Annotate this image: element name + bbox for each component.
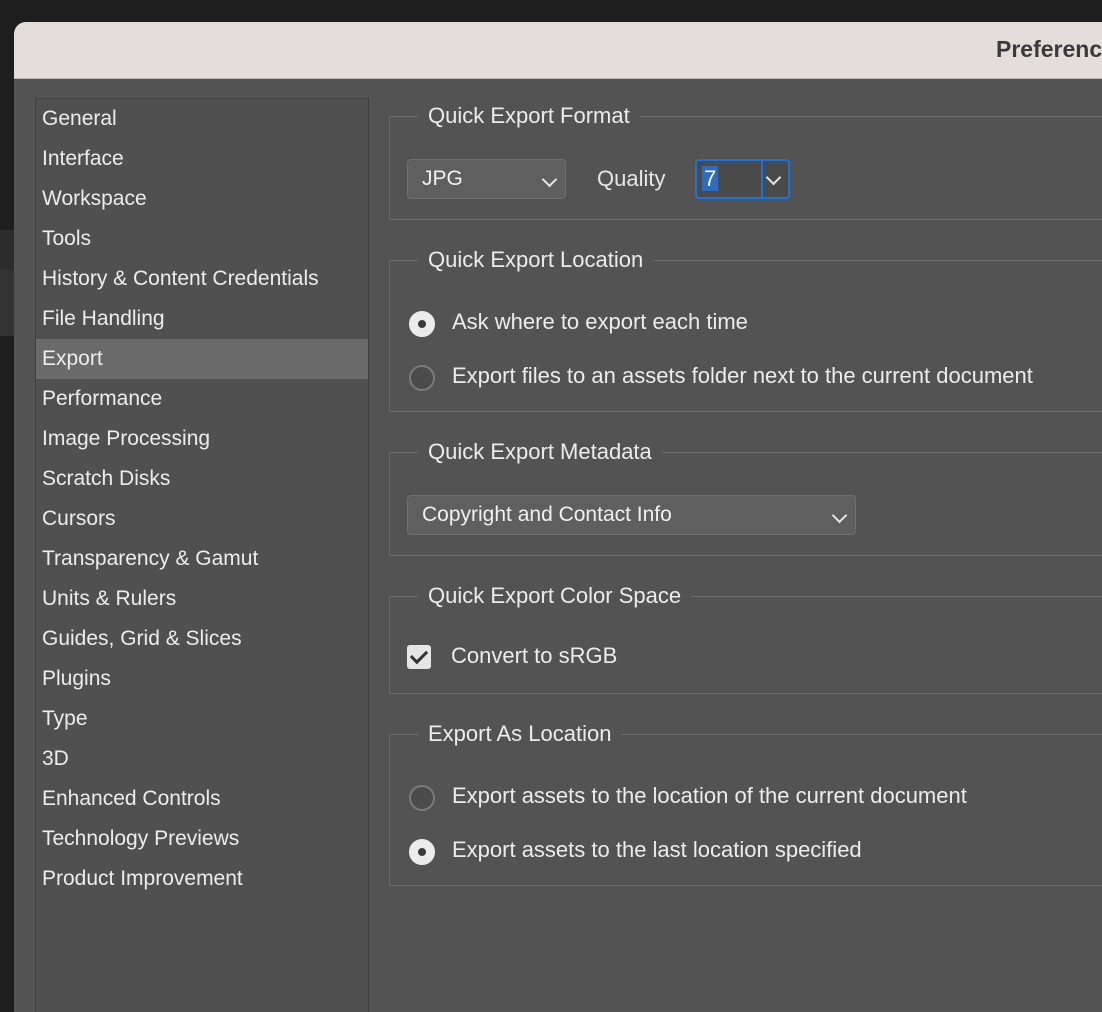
chevron-down-icon	[831, 507, 848, 524]
preferences-sidebar: General Interface Workspace Tools Histor…	[35, 98, 369, 1012]
sidebar-item-guides-grid-slices[interactable]: Guides, Grid & Slices	[36, 619, 368, 659]
sidebar-item-plugins[interactable]: Plugins	[36, 659, 368, 699]
quality-dropdown-button[interactable]	[761, 161, 788, 197]
export-as-location-section: Export As Location Export assets to the …	[389, 717, 1102, 886]
radio-ask-where[interactable]	[409, 311, 435, 337]
sidebar-item-interface[interactable]: Interface	[36, 139, 368, 179]
quality-input[interactable]: 7	[697, 161, 763, 197]
quick-export-color-space-section: Quick Export Color Space Convert to sRGB	[389, 579, 1102, 694]
sidebar-item-workspace[interactable]: Workspace	[36, 179, 368, 219]
sidebar-item-general[interactable]: General	[36, 99, 368, 139]
section-title: Export As Location	[418, 717, 622, 751]
sidebar-item-transparency-gamut[interactable]: Transparency & Gamut	[36, 539, 368, 579]
convert-srgb-label[interactable]: Convert to sRGB	[451, 643, 617, 669]
section-title: Quick Export Location	[418, 243, 654, 277]
chevron-down-icon	[541, 171, 558, 188]
sidebar-item-technology-previews[interactable]: Technology Previews	[36, 819, 368, 859]
sidebar-item-type[interactable]: Type	[36, 699, 368, 739]
quality-value: 7	[702, 166, 719, 191]
sidebar-item-product-improvement[interactable]: Product Improvement	[36, 859, 368, 899]
quality-label: Quality	[597, 166, 666, 191]
quality-combobox: 7	[695, 159, 790, 199]
sidebar-item-3d[interactable]: 3D	[36, 739, 368, 779]
sidebar-item-tools[interactable]: Tools	[36, 219, 368, 259]
convert-srgb-checkbox[interactable]	[407, 645, 431, 669]
sidebar-item-file-handling[interactable]: File Handling	[36, 299, 368, 339]
metadata-dropdown[interactable]: Copyright and Contact Info	[407, 495, 856, 535]
radio-current-document-location[interactable]	[409, 785, 435, 811]
sidebar-item-image-processing[interactable]: Image Processing	[36, 419, 368, 459]
radio-assets-folder-label[interactable]: Export files to an assets folder next to…	[452, 363, 1033, 389]
sidebar-item-units-rulers[interactable]: Units & Rulers	[36, 579, 368, 619]
quick-export-location-section: Quick Export Location Ask where to expor…	[389, 243, 1102, 412]
quick-export-format-section: Quick Export Format JPG Quality 7	[389, 99, 1102, 220]
sidebar-item-scratch-disks[interactable]: Scratch Disks	[36, 459, 368, 499]
preferences-dialog: Preferences General Interface Workspace …	[14, 22, 1102, 1012]
format-value: JPG	[422, 167, 463, 190]
quick-export-metadata-section: Quick Export Metadata Copyright and Cont…	[389, 435, 1102, 556]
window-title: Preferences	[996, 36, 1102, 62]
title-bar[interactable]: Preferences	[14, 22, 1102, 79]
section-title: Quick Export Color Space	[418, 579, 692, 613]
sidebar-item-enhanced-controls[interactable]: Enhanced Controls	[36, 779, 368, 819]
sidebar-item-performance[interactable]: Performance	[36, 379, 368, 419]
metadata-value: Copyright and Contact Info	[422, 503, 672, 526]
sidebar-item-history-content-credentials[interactable]: History & Content Credentials	[36, 259, 368, 299]
section-title: Quick Export Metadata	[418, 435, 662, 469]
radio-assets-folder[interactable]	[409, 365, 435, 391]
chevron-down-icon	[765, 169, 782, 186]
format-dropdown[interactable]: JPG	[407, 159, 566, 199]
radio-ask-where-label[interactable]: Ask where to export each time	[452, 309, 748, 335]
section-title: Quick Export Format	[418, 99, 640, 133]
radio-current-document-location-label[interactable]: Export assets to the location of the cur…	[452, 783, 967, 809]
sidebar-item-cursors[interactable]: Cursors	[36, 499, 368, 539]
radio-last-location-label[interactable]: Export assets to the last location speci…	[452, 837, 862, 863]
radio-last-location[interactable]	[409, 839, 435, 865]
sidebar-item-export[interactable]: Export	[36, 339, 368, 379]
